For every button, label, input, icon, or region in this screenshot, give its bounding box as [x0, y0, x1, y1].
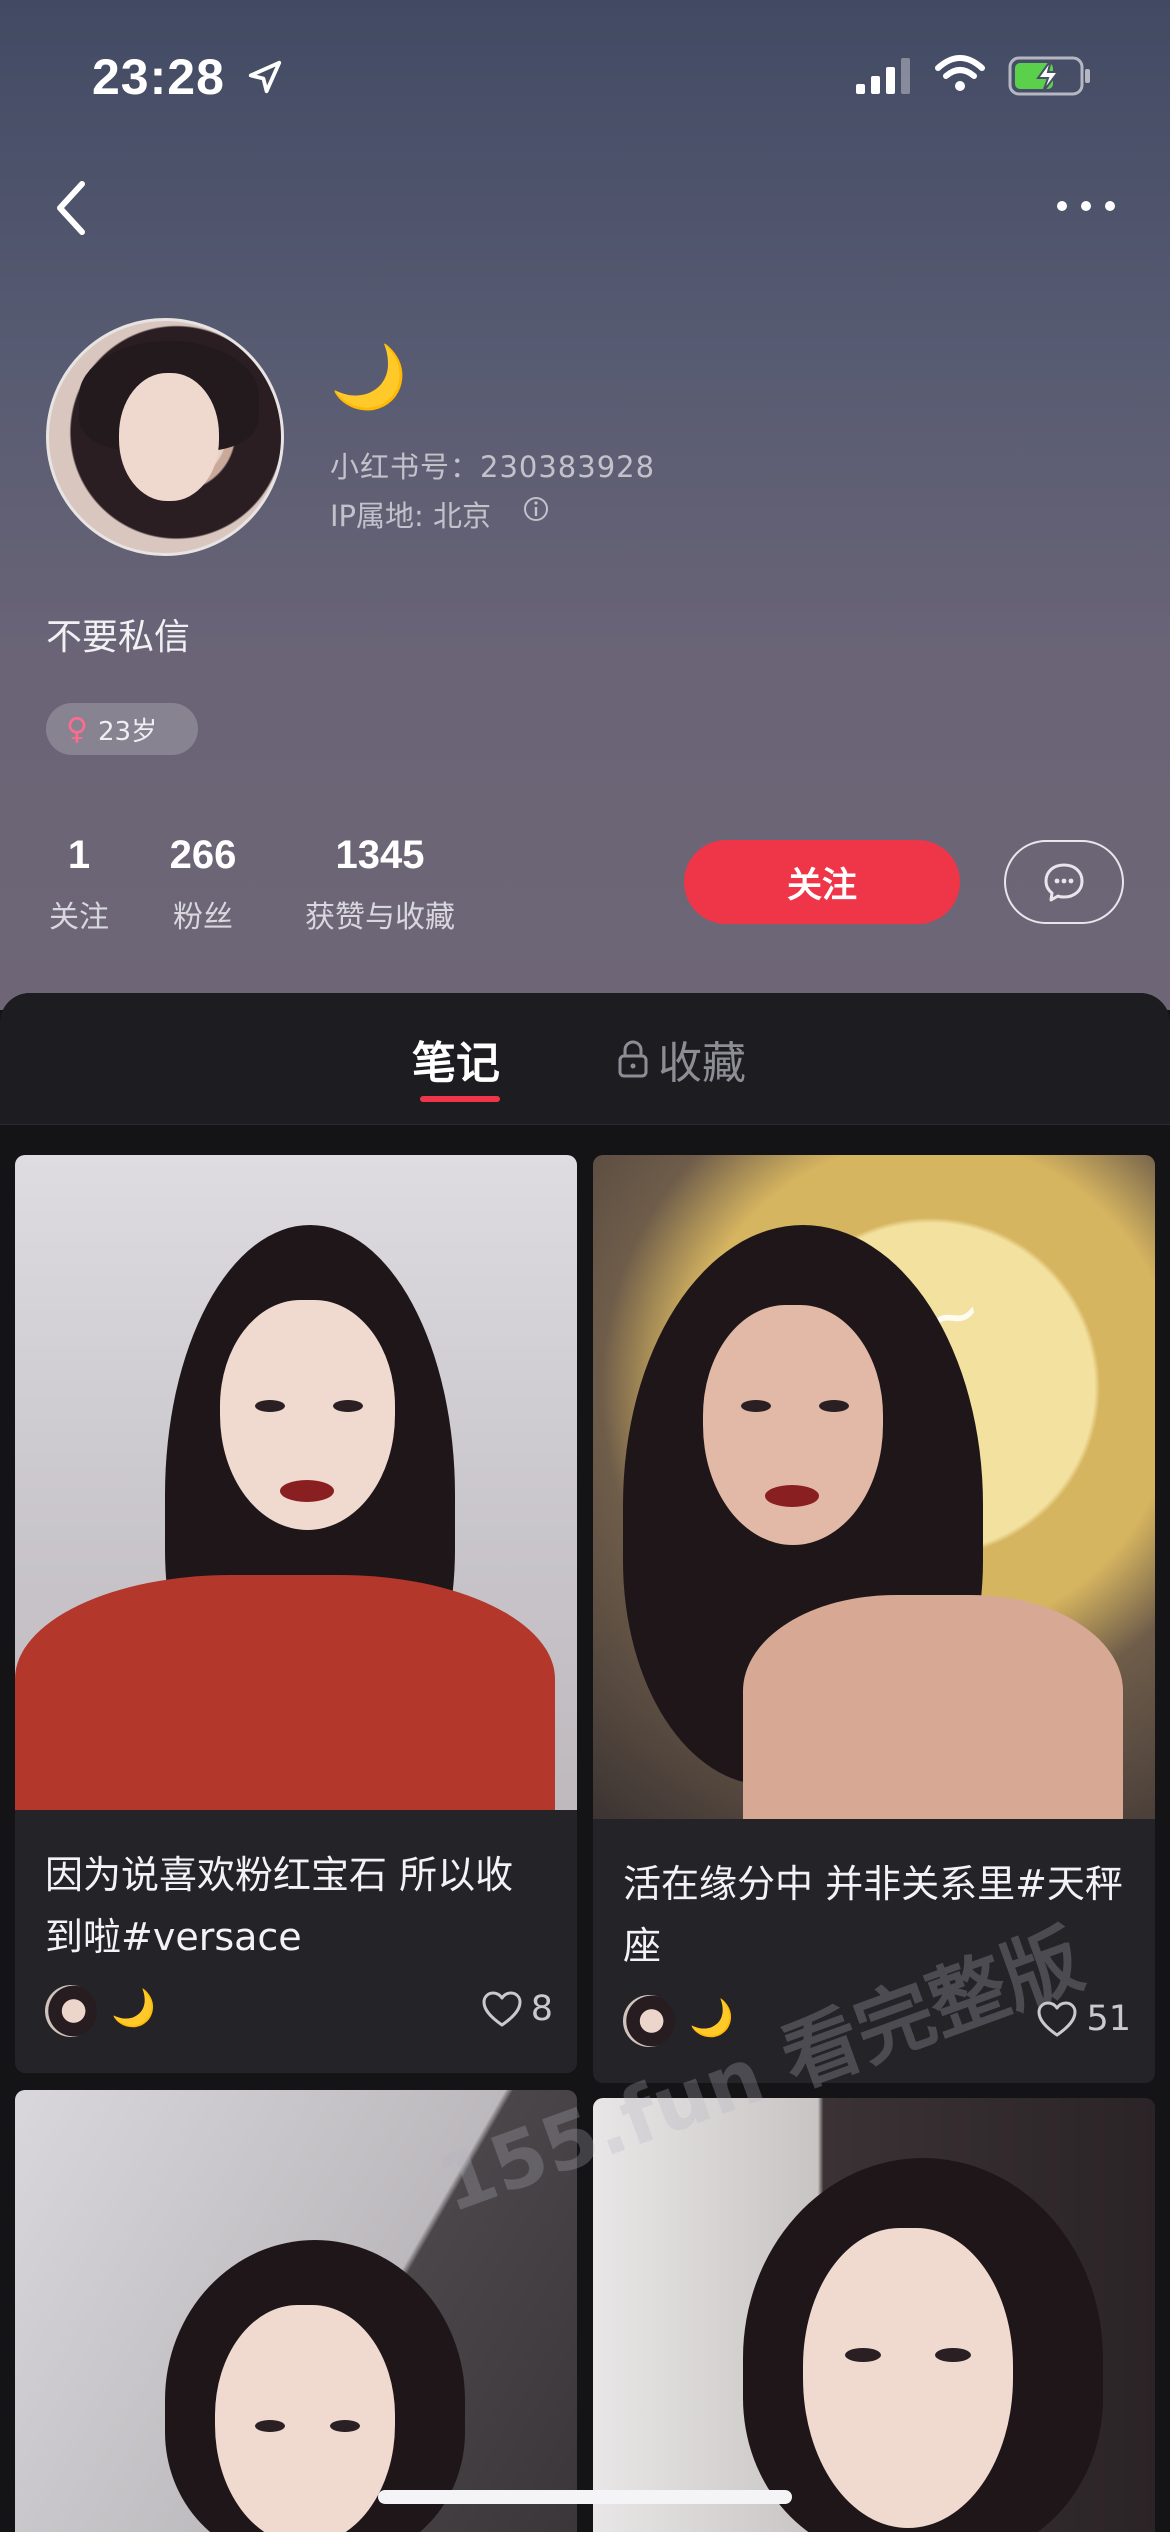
avatar-face	[119, 373, 219, 501]
stat-following-value: 1	[67, 833, 91, 877]
eye-shape	[935, 2348, 971, 2362]
profile-id: 小红书号：230383928	[330, 450, 656, 484]
message-button[interactable]	[1004, 840, 1124, 924]
age-text: 23岁	[97, 716, 158, 747]
face-shape	[215, 2305, 395, 2532]
age-badge: ♀ 23岁	[46, 703, 198, 755]
note-footer: 🌙 8	[45, 1985, 553, 2039]
signal-icon	[856, 58, 910, 94]
note-cover-image: ~	[593, 1155, 1155, 1819]
sweater-shape	[15, 1575, 555, 1810]
status-time: 23:28	[92, 49, 225, 105]
stat-likes-label: 获赞与收藏	[305, 900, 455, 935]
like-button[interactable]: 8	[481, 1989, 553, 2029]
eye-shape	[255, 1400, 285, 1412]
eye-shape	[330, 2420, 360, 2432]
follow-button[interactable]: 关注	[684, 840, 960, 924]
lips-shape	[280, 1480, 334, 1502]
eye-shape	[333, 1400, 363, 1412]
face-shape	[803, 2228, 1013, 2528]
tab-favorites-label: 收藏	[658, 1038, 746, 1089]
stat-likes-collections[interactable]: 1345 获赞与收藏	[294, 833, 466, 936]
eye-shape	[255, 2420, 285, 2432]
heart-icon	[482, 1991, 522, 2027]
home-indicator	[378, 2490, 792, 2504]
eye-shape	[741, 1400, 771, 1412]
battery-charging-icon	[1008, 56, 1090, 96]
tab-favorites[interactable]: 收藏	[616, 1027, 746, 1091]
note-card[interactable]	[593, 2098, 1155, 2532]
avatar[interactable]	[46, 318, 284, 556]
tab-active-indicator	[420, 1096, 500, 1102]
stat-followers-value: 266	[169, 833, 237, 877]
stat-followers-label: 粉丝	[173, 900, 233, 935]
profile-ip-location: IP属地: 北京	[330, 499, 492, 533]
lock-icon	[618, 1040, 648, 1078]
info-icon[interactable]	[522, 495, 550, 523]
more-button[interactable]	[1054, 196, 1118, 216]
tab-bar: 笔记 收藏	[0, 993, 1170, 1125]
note-title: 因为说喜欢粉红宝石 所以收到啦#versace	[45, 1853, 514, 1959]
shirt-shape	[743, 1595, 1123, 1819]
back-button[interactable]	[48, 178, 98, 238]
author-name[interactable]: 🌙	[111, 1987, 156, 2029]
female-icon: ♀	[66, 711, 88, 747]
profile-nickname: 🌙	[330, 340, 408, 413]
wifi-icon	[935, 55, 985, 91]
profile-bio: 不要私信	[46, 617, 191, 658]
author-avatar[interactable]	[45, 1985, 97, 2037]
tab-notes[interactable]: 笔记	[412, 1027, 500, 1091]
stat-followers[interactable]: 266 粉丝	[162, 833, 244, 936]
lips-shape	[765, 1485, 819, 1507]
chat-icon	[1044, 863, 1084, 902]
stat-following[interactable]: 1 关注	[46, 833, 112, 936]
stat-following-label: 关注	[49, 900, 109, 935]
face-shape	[703, 1305, 883, 1545]
like-count: 51	[1086, 1999, 1131, 2039]
like-count: 8	[530, 1989, 553, 2029]
note-card[interactable]: 因为说喜欢粉红宝石 所以收到啦#versace 🌙 8	[15, 1155, 577, 2073]
eye-shape	[845, 2348, 881, 2362]
note-cover-image	[593, 2098, 1155, 2532]
note-cover-image	[15, 1155, 577, 1810]
eye-shape	[819, 1400, 849, 1412]
stat-likes-value: 1345	[335, 833, 425, 877]
location-arrow-icon	[248, 60, 282, 94]
